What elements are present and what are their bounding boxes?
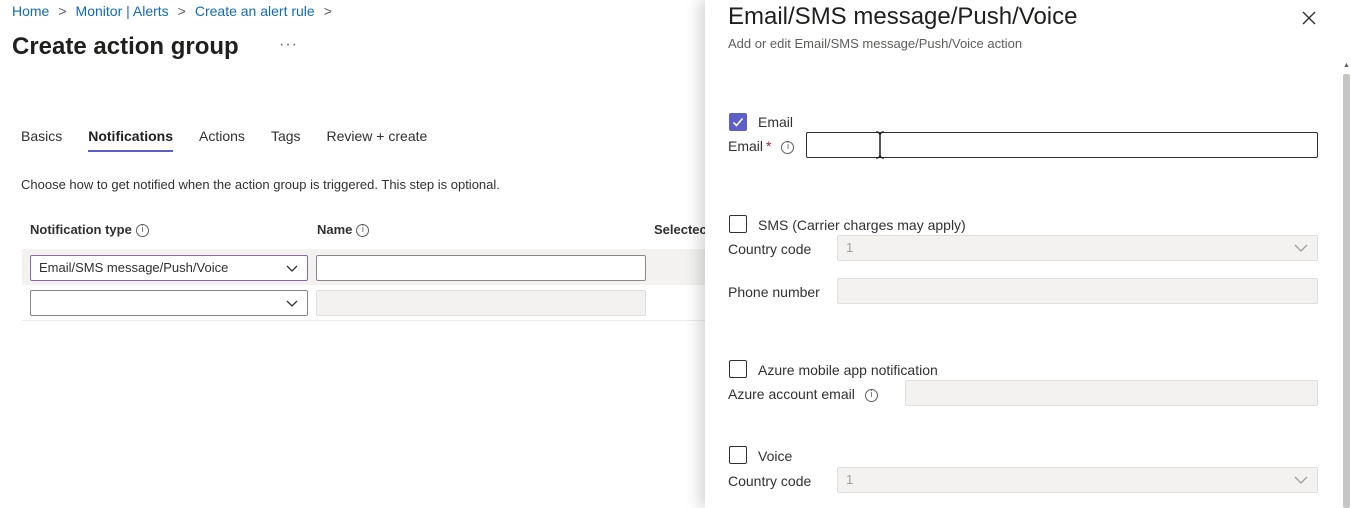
breadcrumb: Home > Monitor | Alerts > Create an alert ru… — [12, 3, 341, 19]
notification-type-select[interactable] — [30, 290, 308, 316]
page-title: Create action group — [12, 33, 239, 60]
azure-account-email-field[interactable] — [905, 380, 1318, 406]
azure-account-email-text: Azure account email — [728, 386, 855, 402]
email-checkbox[interactable] — [729, 113, 747, 131]
sms-checkbox[interactable] — [729, 215, 747, 233]
close-icon[interactable] — [1299, 8, 1319, 28]
azure-mobile-app-checkbox[interactable] — [729, 360, 747, 378]
voice-checkbox[interactable] — [729, 446, 747, 464]
sms-country-code-value: 1 — [846, 240, 854, 255]
email-checkbox-label: Email — [758, 114, 794, 130]
sms-country-code-label: Country code — [728, 241, 812, 257]
chevron-down-icon — [1294, 242, 1308, 254]
checkmark-icon — [732, 117, 744, 127]
tab-basics[interactable]: Basics — [21, 128, 62, 152]
required-indicator: * — [766, 138, 772, 154]
info-icon[interactable]: i — [864, 388, 878, 402]
notification-name-input[interactable] — [316, 290, 646, 316]
scroll-up-icon[interactable]: ▲ — [1343, 62, 1350, 69]
azure-account-email-label: Azure account email i — [728, 386, 878, 402]
breadcrumb-create-alert-rule[interactable]: Create an alert rule — [195, 3, 315, 19]
panel-title: Email/SMS message/Push/Voice — [728, 3, 1078, 30]
chevron-down-icon — [286, 262, 298, 274]
panel-scrollbar[interactable]: ▲ — [1342, 62, 1351, 508]
voice-checkbox-label: Voice — [758, 448, 793, 464]
phone-number-label: Phone number — [728, 284, 820, 300]
phone-number-field[interactable] — [837, 278, 1318, 304]
notification-type-value: Email/SMS message/Push/Voice — [39, 260, 229, 275]
info-icon[interactable]: i — [135, 224, 149, 238]
tab-review-create[interactable]: Review + create — [327, 128, 428, 152]
column-header-label: Name — [317, 222, 353, 237]
azure-mobile-app-checkbox-label: Azure mobile app notification — [758, 362, 938, 378]
column-header-name: Name i — [317, 222, 370, 238]
step-description: Choose how to get notified when the acti… — [21, 177, 500, 192]
email-label-text: Email — [728, 138, 764, 154]
voice-country-code-select[interactable]: 1 — [837, 467, 1318, 493]
column-header-notification-type: Notification type i — [30, 222, 149, 238]
chevron-down-icon — [286, 297, 298, 309]
tab-actions[interactable]: Actions — [199, 128, 245, 152]
row-divider — [22, 320, 705, 321]
tab-notifications[interactable]: Notifications — [88, 128, 173, 152]
info-icon[interactable]: i — [781, 140, 795, 154]
voice-country-code-label: Country code — [728, 473, 812, 489]
breadcrumb-separator: > — [323, 3, 332, 19]
email-field-label: Email * i — [728, 138, 795, 154]
tab-tags[interactable]: Tags — [271, 128, 301, 152]
chevron-down-icon — [1294, 474, 1308, 486]
column-header-label: Notification type — [30, 222, 132, 237]
sms-checkbox-label: SMS (Carrier charges may apply) — [758, 217, 966, 233]
breadcrumb-separator: > — [58, 3, 67, 19]
text-cursor-icon — [874, 131, 886, 159]
column-header-selected: Selectec — [654, 222, 705, 237]
voice-country-code-value: 1 — [846, 472, 854, 487]
sms-country-code-select[interactable]: 1 — [837, 235, 1318, 261]
breadcrumb-home[interactable]: Home — [12, 3, 49, 19]
tab-bar: Basics Notifications Actions Tags Review… — [21, 128, 453, 152]
panel-subtitle: Add or edit Email/SMS message/Push/Voice… — [728, 36, 1023, 51]
breadcrumb-monitor-alerts[interactable]: Monitor | Alerts — [76, 3, 169, 19]
email-sms-push-voice-panel: Email/SMS message/Push/Voice Add or edit… — [705, 0, 1351, 508]
notification-name-input[interactable] — [316, 255, 646, 281]
more-options-button[interactable]: ··· — [279, 36, 298, 54]
info-icon[interactable]: i — [356, 224, 370, 238]
breadcrumb-separator: > — [177, 3, 186, 19]
notification-type-select[interactable]: Email/SMS message/Push/Voice — [30, 255, 308, 281]
scrollbar-thumb[interactable] — [1343, 74, 1350, 508]
